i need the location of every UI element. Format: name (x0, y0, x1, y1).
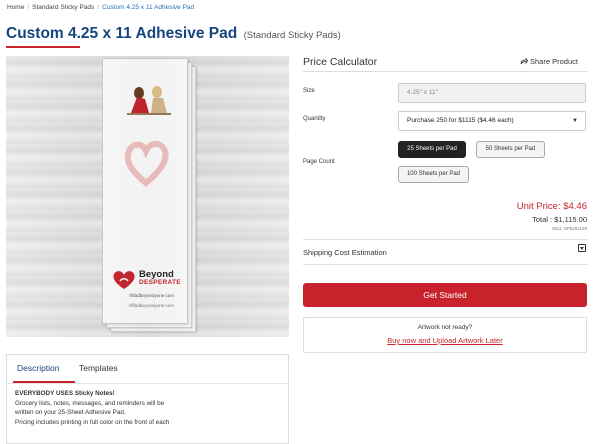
breadcrumb-category[interactable]: Standard Sticky Pads (32, 4, 94, 11)
page-title: Custom 4.25 x 11 Adhesive Pad (Standard … (6, 25, 341, 43)
size-label: Size (303, 88, 315, 94)
product-image[interactable]: Beyond DESPERATE rllifadbeyondyone.com r… (6, 56, 289, 337)
pad-sheet (110, 66, 196, 332)
quantity-label: Quantity (303, 116, 326, 122)
page-option-100[interactable]: 100 Sheets per Pad (398, 166, 469, 183)
page-option-25[interactable]: 25 Sheets per Pad (398, 141, 466, 158)
product-subtitle: (Standard Sticky Pads) (243, 30, 341, 41)
pad-footer-url: rllifadbeyondyone.com (129, 303, 175, 308)
breadcrumb-separator: / (97, 4, 100, 11)
tab-templates[interactable]: Templates (79, 363, 118, 373)
page-option-50[interactable]: 50 Sheets per Pad (476, 141, 545, 158)
size-field: 4.25" x 11" (398, 83, 586, 103)
share-product-button[interactable]: Share Product (520, 57, 578, 66)
heart-watermark (124, 140, 169, 187)
page-count-label: Page Count (303, 159, 335, 165)
price-calculator-title: Price Calculator (303, 56, 378, 68)
title-underline (6, 46, 80, 48)
logo-url: rllifadbeyondyone.com (129, 293, 175, 298)
heart-logo-icon (113, 271, 135, 289)
shipping-estimation-label[interactable]: Shipping Cost Estimation (303, 248, 387, 257)
breadcrumb-current[interactable]: Custom 4.25 x 11 Adhesive Pad (102, 4, 194, 11)
total-price: Total : $1,115.00 (532, 215, 587, 224)
sku: SKU: SP6251125 (552, 226, 587, 231)
artwork-later-box: Artwork not ready? Buy now and Upload Ar… (303, 317, 587, 353)
share-icon (520, 57, 529, 65)
description-line: Pricing includes printing in full color … (15, 418, 170, 426)
logo-text-desperate: DESPERATE (139, 279, 181, 286)
size-value: 4.25" x 11" (407, 89, 438, 96)
logo-text-beyond: Beyond (139, 269, 174, 280)
breadcrumb: Home / Standard Sticky Pads / Custom 4.25 x … (7, 4, 194, 11)
couple-illustration (127, 86, 171, 115)
artwork-question: Artwork not ready? (417, 324, 473, 331)
unit-price: Unit Price: $4.46 (516, 201, 587, 212)
upload-later-link[interactable]: Buy now and Upload Artwork Later (304, 336, 586, 345)
description-heading: EVERYBODY USES Sticky Notes! (15, 390, 115, 397)
quantity-value: Purchase 250 for $1115 ($4.46 each) (407, 117, 514, 124)
divider (303, 71, 587, 72)
quantity-select[interactable]: Purchase 250 for $1115 ($4.46 each) ▼ (398, 111, 586, 131)
pad-sheet (106, 62, 192, 328)
get-started-button[interactable]: Get Started (303, 283, 587, 307)
share-label: Share Product (530, 57, 578, 66)
pad-sheet-front: Beyond DESPERATE rllifadbeyondyone.com r… (102, 58, 188, 324)
tab-description[interactable]: Description (17, 363, 60, 373)
divider (303, 264, 587, 265)
breadcrumb-home[interactable]: Home (7, 4, 24, 11)
description-line: written on your 25-Sheet Adhesive Pad. (15, 409, 126, 416)
product-title: Custom 4.25 x 11 Adhesive Pad (6, 25, 238, 42)
description-line: Grocery lists, notes, messages, and remi… (15, 399, 165, 407)
description-text: EVERYBODY USES Sticky Notes! Grocery lis… (15, 389, 275, 427)
product-tabs: Description Templates EVERYBODY USES Sti… (6, 354, 289, 444)
divider (7, 383, 288, 384)
divider (303, 239, 587, 240)
breadcrumb-separator: / (27, 4, 30, 11)
expand-toggle-icon[interactable] (578, 244, 586, 252)
chevron-down-icon: ▼ (572, 118, 578, 124)
